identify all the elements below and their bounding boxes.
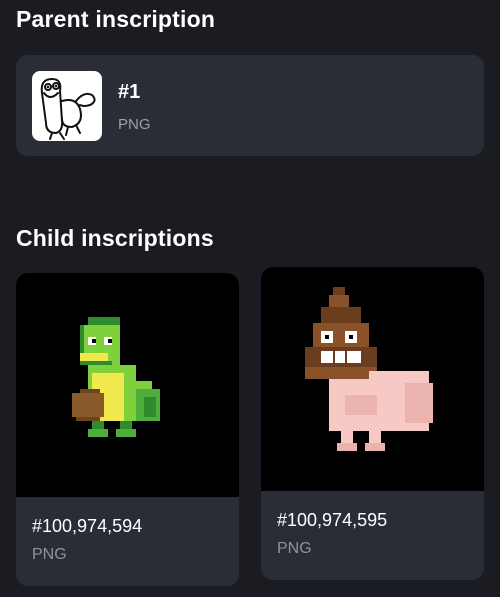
parent-inscription-type: PNG xyxy=(118,116,151,133)
parent-inscription-number: #1 xyxy=(118,81,141,103)
parent-inscription-heading: Parent inscription xyxy=(16,6,216,32)
child-inscriptions-heading: Child inscriptions xyxy=(16,225,214,251)
child-inscription-card[interactable]: #100,974,595 PNG xyxy=(261,267,484,580)
pixel-green-duck-icon xyxy=(16,273,239,497)
child-inscription-number: #100,974,594 xyxy=(32,516,143,536)
parent-inscription-card[interactable]: #1 PNG xyxy=(16,55,484,156)
child-inscription-card[interactable]: #100,974,594 PNG xyxy=(16,273,239,586)
child-inscription-number: #100,974,595 xyxy=(277,510,388,530)
child-inscription-type: PNG xyxy=(277,540,312,557)
child-inscription-type: PNG xyxy=(32,546,67,563)
pixel-poop-pig-icon xyxy=(261,267,484,491)
doodle-duck-icon xyxy=(32,71,102,141)
inscription-relations-page: Parent inscription #1 PNG Child inscript… xyxy=(0,0,500,597)
